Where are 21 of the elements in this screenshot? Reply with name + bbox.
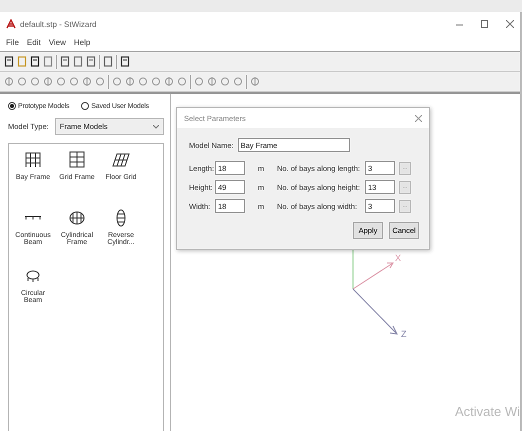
window-title: default.stp - StWizard (20, 20, 96, 28)
close-icon[interactable] (506, 20, 514, 28)
toolbar-icon[interactable] (60, 56, 70, 67)
radio-button[interactable] (81, 102, 90, 110)
toolbar-icon[interactable] (4, 56, 14, 67)
toolbar-icon[interactable] (120, 56, 130, 67)
menu-item[interactable]: Help (74, 38, 90, 47)
radio-button[interactable] (8, 102, 16, 110)
chevron-icon (153, 124, 159, 128)
close-icon[interactable] (415, 114, 422, 122)
model-icon (23, 150, 43, 170)
activation-notice: Activate Wi (454, 404, 520, 419)
model-icon (67, 150, 87, 170)
axis-drawing: X Z (351, 249, 421, 359)
app-icon (6, 19, 16, 29)
menu-item[interactable]: Edit (26, 38, 41, 47)
menu-item[interactable]: View (48, 38, 66, 47)
model-icon (23, 215, 43, 221)
menu-item[interactable]: File (6, 38, 19, 47)
toolbar-icon[interactable] (30, 56, 40, 67)
maximize-icon[interactable] (481, 20, 488, 28)
